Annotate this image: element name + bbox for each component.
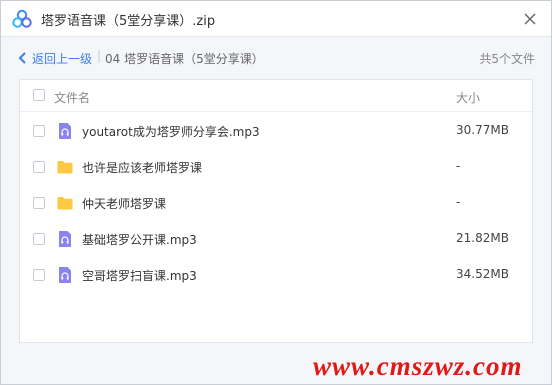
file-size: 30.77MB [456, 123, 509, 137]
list-item[interactable]: 也许是应该老师塔罗课 - [20, 149, 532, 185]
back-button[interactable]: 返回上一级 [32, 50, 92, 67]
file-size: - [456, 195, 461, 209]
row-checkbox[interactable] [33, 197, 45, 209]
row-checkbox[interactable] [33, 161, 45, 173]
list-item[interactable]: 空哥塔罗扫盲课.mp3 34.52MB [20, 257, 532, 293]
file-name: 空哥塔罗扫盲课.mp3 [82, 269, 197, 283]
row-checkbox[interactable] [33, 125, 45, 137]
current-folder-label: 04 塔罗语音课（5堂分享课） [105, 52, 264, 66]
file-name: 也许是应该老师塔罗课 [82, 161, 203, 175]
file-name: youtarot成为塔罗师分享会.mp3 [82, 125, 260, 139]
folder-icon [57, 161, 73, 174]
row-checkbox[interactable] [33, 233, 45, 245]
breadcrumb: 返回上一级 | 04 塔罗语音课（5堂分享课） 共5个文件 [1, 38, 551, 78]
select-all-checkbox[interactable] [33, 89, 45, 101]
window-title: 塔罗语音课（5堂分享课）.zip [41, 14, 216, 29]
list-item[interactable]: youtarot成为塔罗师分享会.mp3 30.77MB [20, 113, 532, 149]
list-header: 文件名 大小 [20, 80, 532, 112]
app-logo-icon [12, 9, 32, 28]
list-item[interactable]: 基础塔罗公开课.mp3 21.82MB [20, 221, 532, 257]
file-size: 21.82MB [456, 231, 509, 245]
file-size: - [456, 159, 461, 173]
headphones-file-icon [59, 231, 71, 247]
file-list: 文件名 大小 youtarot成为塔罗师分享会.mp3 30.77MB 也许是应… [19, 79, 533, 343]
column-header-size: 大小 [456, 91, 481, 105]
headphones-file-icon [59, 267, 71, 283]
chevron-left-icon[interactable] [18, 52, 28, 64]
file-name: 仲天老师塔罗课 [82, 197, 167, 211]
headphones-file-icon [59, 123, 71, 139]
close-icon[interactable] [521, 10, 539, 28]
column-header-name: 文件名 [54, 91, 91, 105]
breadcrumb-separator: | [97, 49, 102, 63]
file-size: 34.52MB [456, 267, 509, 281]
row-checkbox[interactable] [33, 269, 45, 281]
watermark: www.cmszwz.com [313, 351, 523, 381]
archive-window: 塔罗语音课（5堂分享课）.zip 返回上一级 | 04 塔罗语音课（5堂分享课）… [0, 0, 552, 385]
list-item[interactable]: 仲天老师塔罗课 - [20, 185, 532, 221]
file-name: 基础塔罗公开课.mp3 [82, 233, 197, 247]
folder-icon [57, 197, 73, 210]
title-bar: 塔罗语音课（5堂分享课）.zip [1, 1, 551, 37]
file-count: 共5个文件 [479, 52, 535, 66]
